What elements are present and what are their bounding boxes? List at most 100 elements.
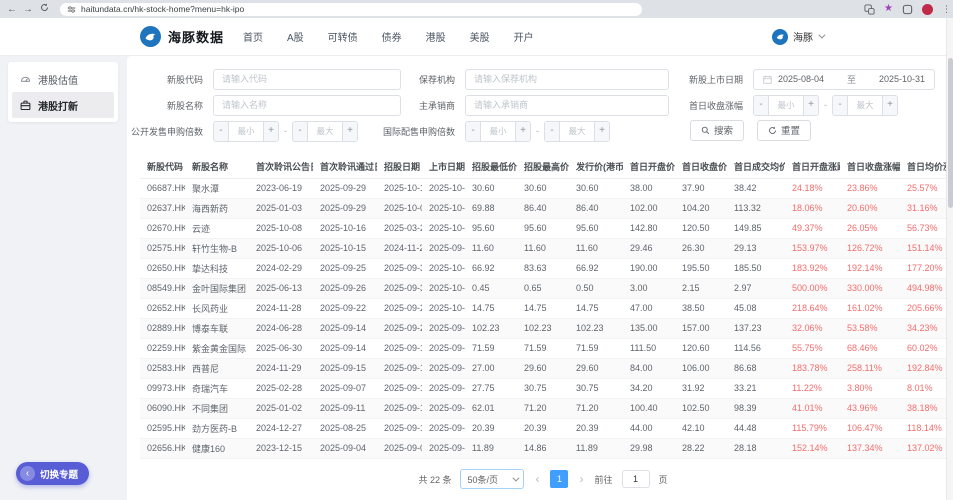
reset-button[interactable]: 重置 — [757, 119, 812, 141]
table-cell: 2025-09-30 — [422, 338, 465, 359]
browser-menu-icon[interactable]: ⋮ — [942, 4, 951, 15]
nav-item-usstock[interactable]: 美股 — [470, 29, 490, 44]
scrollbar-thumb[interactable] — [948, 58, 953, 208]
underwriter-input[interactable] — [465, 94, 669, 116]
increment-button[interactable]: + — [263, 121, 278, 141]
nav-item-hkstock[interactable]: 港股 — [426, 29, 446, 44]
translate-icon[interactable] — [864, 3, 875, 15]
nav-item-ashare[interactable]: A股 — [287, 29, 304, 44]
table-cell: 30.75 — [569, 378, 623, 399]
increment-button[interactable]: + — [803, 95, 818, 115]
calendar-icon — [763, 75, 772, 84]
table-cell: 24.18% — [785, 178, 840, 199]
table-cell: 30.60 — [465, 178, 517, 199]
table-cell: 195.50 — [675, 258, 727, 279]
public-mult-max-input[interactable] — [308, 121, 342, 141]
table-cell: 2025-09-26 — [377, 298, 422, 319]
jump-prefix: 前往 — [594, 474, 613, 485]
intl-mult-max-input[interactable] — [560, 121, 594, 141]
table-row: 02583.HK西普尼2024-11-292025-09-152025-09-1… — [140, 358, 946, 379]
table-cell: 86.40 — [569, 198, 623, 219]
table-cell: 69.88 — [465, 198, 517, 219]
address-bar[interactable]: haitundata.cn/hk-stock-home?menu=hk-ipo — [60, 2, 642, 16]
user-menu[interactable]: 海豚 — [772, 18, 826, 55]
table-cell: 0.50 — [569, 278, 623, 299]
close-gain-max-input[interactable] — [848, 95, 882, 115]
nav-item-bond[interactable]: 债券 — [382, 29, 402, 44]
decrement-button[interactable]: - — [545, 121, 560, 141]
increment-button[interactable]: + — [882, 95, 897, 115]
table-cell: 14.75 — [517, 298, 569, 319]
stock-code: 02595.HK — [140, 418, 185, 439]
prev-page-button[interactable]: ‹ — [533, 472, 541, 486]
table-cell: 27.75 — [465, 378, 517, 399]
increment-button[interactable]: + — [342, 121, 357, 141]
stock-name: 挚达科技 — [185, 258, 249, 279]
nav-item-openaccount[interactable]: 开户 — [514, 29, 534, 44]
increment-button[interactable]: + — [594, 121, 609, 141]
table-cell: 2025-09-15 — [313, 358, 377, 379]
table-cell: 95.60 — [569, 218, 623, 239]
stock-code: 02259.HK — [140, 338, 185, 359]
search-button[interactable]: 搜索 — [690, 119, 745, 141]
code-input[interactable] — [213, 68, 401, 90]
decrement-button[interactable]: - — [466, 121, 481, 141]
stock-name: 不同集团 — [185, 398, 249, 419]
table-cell: 2025-08-25 — [313, 418, 377, 439]
table-cell: 192.84% — [900, 358, 946, 379]
bookmark-star-icon[interactable]: ★ — [884, 4, 893, 14]
table-cell: 2025-01-03 — [249, 198, 313, 219]
table-cell: 2025-09-22 — [377, 318, 422, 339]
table-row: 02652.HK 长风药业 2024-11-28 2025-09-22 2025-09-… — [140, 298, 946, 319]
browser-profile-avatar[interactable] — [922, 3, 933, 15]
reset-label: 重置 — [781, 126, 801, 137]
table-cell: 23.86% — [840, 178, 900, 199]
decrement-button[interactable]: - — [214, 121, 229, 141]
table-row: 02575.HK 轩竹生物-B 2025-10-06 2025-10-15 2024-1… — [140, 238, 946, 259]
next-page-button[interactable]: › — [577, 472, 585, 486]
close-gain-min-input[interactable] — [769, 95, 803, 115]
nav-item-home[interactable]: 首页 — [243, 29, 263, 44]
brand-logo[interactable]: 海豚数据 — [140, 26, 224, 47]
name-input[interactable] — [213, 94, 401, 116]
table-cell: 20.39 — [569, 418, 623, 439]
extensions-icon[interactable] — [902, 4, 913, 15]
table-cell: 71.59 — [517, 338, 569, 359]
intl-mult-min-input[interactable] — [481, 121, 515, 141]
date-range-input[interactable]: 2025-08-04 至 2025-10-31 — [753, 68, 935, 90]
decrement-button[interactable]: - — [833, 95, 848, 115]
page-number-active[interactable]: 1 — [550, 470, 569, 488]
sidebar-item-hk-ipo[interactable]: 港股打新 — [12, 92, 114, 118]
table-cell: 2025-09-26 — [313, 278, 377, 299]
column-header: 首次聆讯公告日 — [249, 156, 313, 179]
table-cell: 2025-10-08 — [249, 218, 313, 239]
page-size-select[interactable]: 50条/页 — [460, 469, 525, 489]
increment-button[interactable]: + — [515, 121, 530, 141]
sponsor-input[interactable] — [465, 68, 669, 90]
switch-topic-button[interactable]: ‹ 切换专题 — [16, 462, 90, 485]
url-text: haitundata.cn/hk-stock-home?menu=hk-ipo — [81, 4, 245, 14]
table-cell: 330.00% — [840, 278, 900, 299]
ipo-table: 新股代码 新股名称 首次聆讯公告日 首次聆讯通过日 招股日期 上市日期 招股最低价 招股最高价… — [140, 156, 946, 459]
public-mult-min-input[interactable] — [229, 121, 263, 141]
table-cell: 2025-09-15 — [377, 398, 422, 419]
reload-icon[interactable] — [36, 3, 52, 15]
table-cell: 11.60 — [569, 238, 623, 259]
sidebar-item-hk-valuation[interactable]: 港股估值 — [12, 66, 114, 92]
stock-name: 紫金黄金国际 — [185, 338, 249, 359]
table-cell: 27.00 — [465, 358, 517, 379]
table-cell: 18.06% — [785, 198, 840, 219]
column-header: 首日开盘涨跌幅 — [785, 156, 840, 179]
decrement-button[interactable]: - — [293, 121, 308, 141]
forward-icon[interactable]: → — [20, 4, 36, 15]
filter-label-name: 新股名称 — [166, 100, 203, 111]
table-cell: 11.89 — [465, 438, 517, 459]
range-separator: - — [536, 126, 539, 136]
decrement-button[interactable]: - — [754, 95, 769, 115]
table-cell: 38.50 — [675, 298, 727, 319]
jump-page-input[interactable] — [621, 470, 650, 488]
column-header: 新股代码 — [140, 156, 185, 179]
ipo-table-container: 新股代码 新股名称 首次聆讯公告日 首次聆讯通过日 招股日期 上市日期 招股最低价 招股最高价… — [140, 156, 946, 459]
nav-item-convertible[interactable]: 可转债 — [328, 29, 358, 44]
back-icon[interactable]: ← — [4, 4, 20, 15]
